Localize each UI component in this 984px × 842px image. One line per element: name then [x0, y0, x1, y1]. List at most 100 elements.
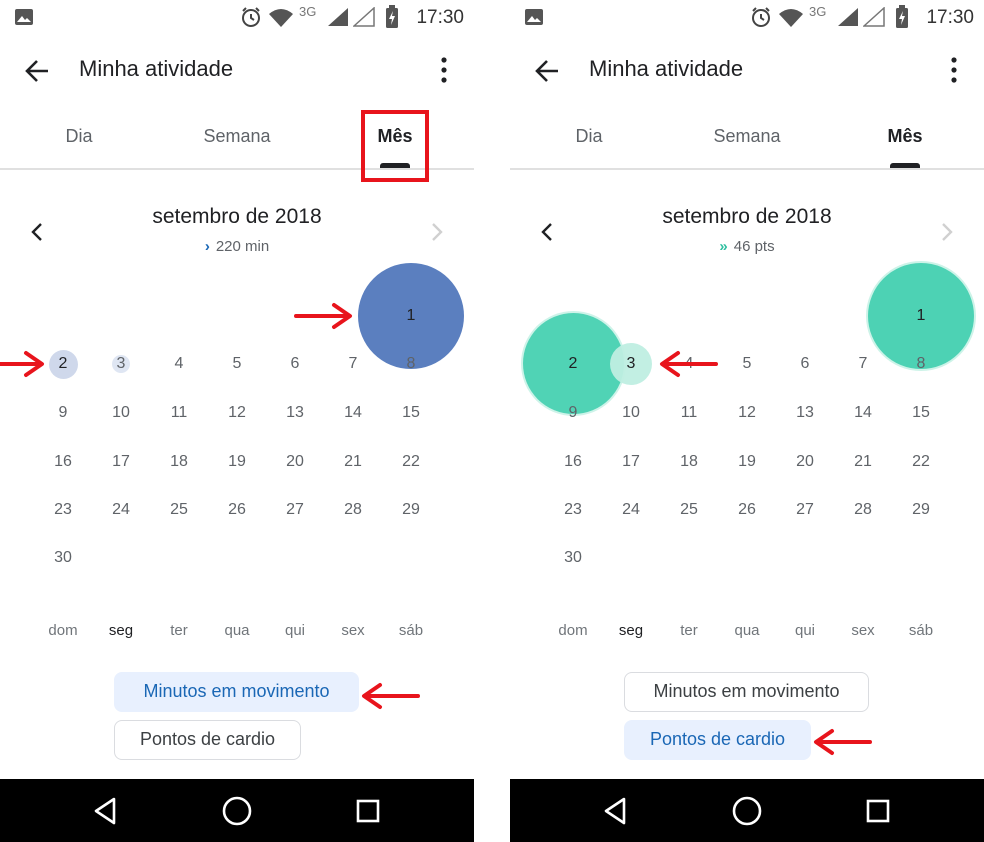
calendar-day-7[interactable]: 7 [843, 355, 883, 373]
calendar-day-29[interactable]: 29 [901, 501, 941, 519]
calendar-day-27[interactable]: 27 [785, 501, 825, 519]
summary-chevron-icon: › [204, 238, 210, 255]
status-time: 17:30 [926, 7, 974, 28]
calendar-day-5[interactable]: 5 [727, 355, 767, 373]
calendar-day-24[interactable]: 24 [611, 501, 651, 519]
calendar-day-15[interactable]: 15 [391, 404, 431, 422]
calendar-day-10[interactable]: 10 [611, 404, 651, 422]
back-arrow-icon[interactable] [530, 54, 564, 88]
calendar-day-21[interactable]: 21 [333, 453, 373, 471]
calendar-day-20[interactable]: 20 [785, 453, 825, 471]
calendar-day-14[interactable]: 14 [333, 404, 373, 422]
calendar-day-24[interactable]: 24 [101, 501, 141, 519]
more-options-icon[interactable] [430, 55, 458, 85]
chip-pontos-de-cardio[interactable]: Pontos de cardio [114, 720, 301, 760]
calendar-day-17[interactable]: 17 [611, 453, 651, 471]
tab-dia[interactable]: Dia [560, 126, 618, 147]
network-type: 3G [299, 4, 317, 19]
calendar-day-6[interactable]: 6 [275, 355, 315, 373]
nav-recents-icon[interactable] [860, 793, 896, 829]
calendar-day-29[interactable]: 29 [391, 501, 431, 519]
calendar-day-23[interactable]: 23 [43, 501, 83, 519]
weekday-label: dom [558, 622, 588, 639]
calendar-day-19[interactable]: 19 [217, 453, 257, 471]
calendar-day-22[interactable]: 22 [391, 453, 431, 471]
nav-recents-icon[interactable] [350, 793, 386, 829]
calendar-day-3[interactable]: 3 [101, 355, 141, 373]
chip-minutos-em-movimento[interactable]: Minutos em movimento [114, 672, 359, 712]
calendar-day-16[interactable]: 16 [43, 453, 83, 471]
calendar-day-9[interactable]: 9 [43, 404, 83, 422]
summary-value: 220 min [215, 238, 270, 255]
calendar-day-22[interactable]: 22 [901, 453, 941, 471]
calendar-day-2[interactable]: 2 [553, 355, 593, 373]
calendar-day-4[interactable]: 4 [159, 355, 199, 373]
signal-icon [328, 8, 348, 26]
calendar-day-23[interactable]: 23 [553, 501, 593, 519]
calendar-day-21[interactable]: 21 [843, 453, 883, 471]
calendar-day-19[interactable]: 19 [727, 453, 767, 471]
calendar-day-28[interactable]: 28 [333, 501, 373, 519]
tab-dia[interactable]: Dia [50, 126, 108, 147]
calendar-day-30[interactable]: 30 [43, 549, 83, 567]
alarm-icon [752, 7, 770, 27]
calendar-day-18[interactable]: 18 [669, 453, 709, 471]
calendar-day-26[interactable]: 26 [217, 501, 257, 519]
summary-value: 46 pts [733, 238, 775, 255]
calendar-day-16[interactable]: 16 [553, 453, 593, 471]
tab-mes[interactable]: Mês [875, 126, 935, 147]
calendar-day-12[interactable]: 12 [727, 404, 767, 422]
screen-minutos: 3G 17:30 Minha atividade Dia Semana Mês … [0, 0, 474, 842]
calendar-day-17[interactable]: 17 [101, 453, 141, 471]
calendar-day-25[interactable]: 25 [159, 501, 199, 519]
calendar-day-26[interactable]: 26 [727, 501, 767, 519]
calendar-day-30[interactable]: 30 [553, 549, 593, 567]
calendar-day-12[interactable]: 12 [217, 404, 257, 422]
calendar-day-8[interactable]: 8 [391, 355, 431, 373]
month-summary: › 220 min [0, 238, 474, 255]
back-arrow-icon[interactable] [20, 54, 54, 88]
calendar-day-15[interactable]: 15 [901, 404, 941, 422]
calendar-day-14[interactable]: 14 [843, 404, 883, 422]
calendar-day-27[interactable]: 27 [275, 501, 315, 519]
calendar-day-1[interactable]: 1 [391, 307, 431, 325]
calendar-day-13[interactable]: 13 [275, 404, 315, 422]
weekday-label: qua [734, 622, 760, 639]
system-nav-bar [510, 779, 984, 842]
screen-pontos: 3G 17:30 Minha atividade Dia Semana Mês … [510, 0, 984, 842]
calendar-day-18[interactable]: 18 [159, 453, 199, 471]
tab-semana[interactable]: Semana [190, 126, 284, 147]
alarm-icon [242, 7, 260, 27]
nav-back-icon[interactable] [598, 793, 634, 829]
chip-minutos-em-movimento[interactable]: Minutos em movimento [624, 672, 869, 712]
calendar-day-5[interactable]: 5 [217, 355, 257, 373]
weekday-label: ter [170, 622, 188, 639]
more-options-icon[interactable] [940, 55, 968, 85]
calendar-day-7[interactable]: 7 [333, 355, 373, 373]
calendar-day-11[interactable]: 11 [159, 404, 199, 422]
calendar-day-28[interactable]: 28 [843, 501, 883, 519]
nav-back-icon[interactable] [88, 793, 124, 829]
calendar-day-6[interactable]: 6 [785, 355, 825, 373]
calendar-day-13[interactable]: 13 [785, 404, 825, 422]
calendar-day-2[interactable]: 2 [43, 355, 83, 373]
calendar-day-8[interactable]: 8 [901, 355, 941, 373]
weekday-label: dom [48, 622, 78, 639]
weekday-label: seg [618, 622, 644, 639]
tab-semana[interactable]: Semana [700, 126, 794, 147]
calendar-day-10[interactable]: 10 [101, 404, 141, 422]
calendar-day-1[interactable]: 1 [901, 307, 941, 325]
calendar-day-11[interactable]: 11 [669, 404, 709, 422]
nav-home-icon[interactable] [729, 793, 765, 829]
calendar-day-9[interactable]: 9 [553, 404, 593, 422]
calendar-day-25[interactable]: 25 [669, 501, 709, 519]
battery-charging-icon [896, 5, 908, 28]
network-type: 3G [809, 4, 827, 19]
nav-home-icon[interactable] [219, 793, 255, 829]
calendar-day-20[interactable]: 20 [275, 453, 315, 471]
signal-empty-icon [863, 7, 885, 27]
app-title: Minha atividade [589, 56, 744, 81]
calendar-day-3[interactable]: 3 [611, 355, 651, 373]
chip-pontos-de-cardio[interactable]: Pontos de cardio [624, 720, 811, 760]
battery-charging-icon [386, 5, 398, 28]
